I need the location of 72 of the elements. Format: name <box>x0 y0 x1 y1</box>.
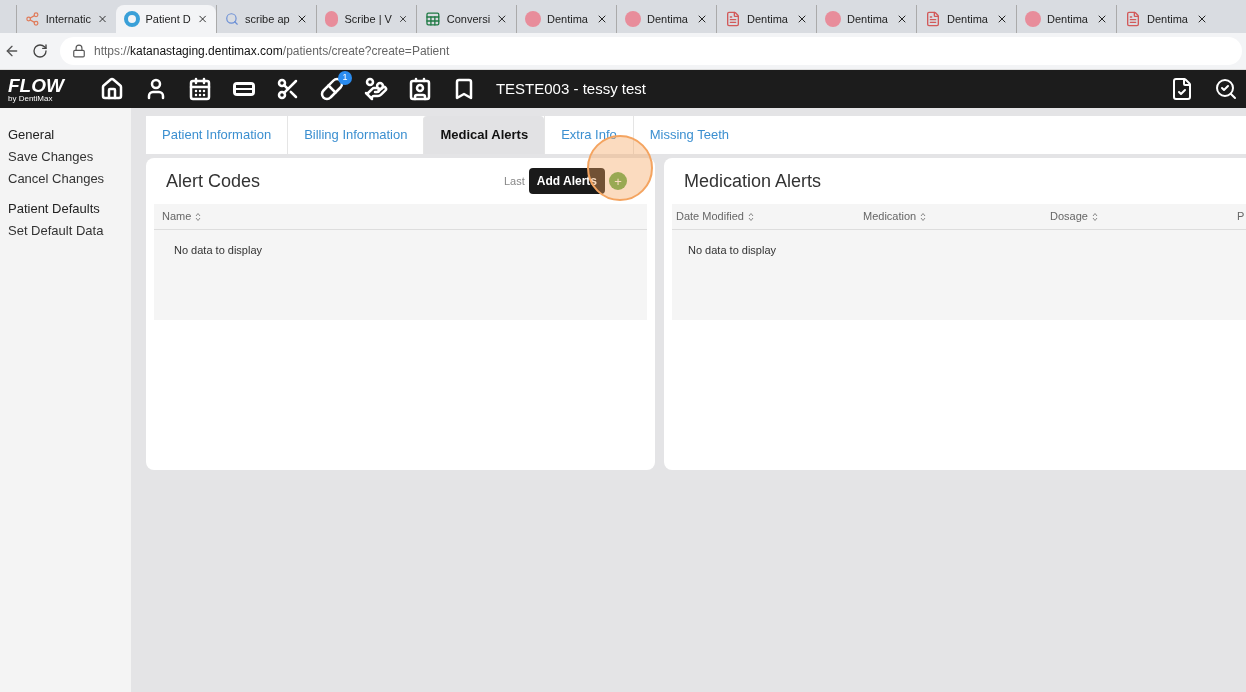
pdf-icon <box>925 11 941 27</box>
tab-title: Conversi <box>446 11 491 27</box>
home-icon[interactable] <box>99 77 124 101</box>
spreadsheet-icon <box>425 11 441 27</box>
sort-icon <box>195 211 202 222</box>
pdf-icon <box>725 11 741 27</box>
sidebar-item[interactable]: Save Changes <box>8 146 131 168</box>
tab[interactable]: Patient Information <box>146 116 288 154</box>
sidebar-heading: Patient Defaults <box>8 200 101 218</box>
app-logo[interactable]: FLOW by DentiMax <box>8 75 64 103</box>
pill-icon[interactable] <box>319 77 344 101</box>
last-label: Last <box>503 173 525 189</box>
calendar-icon[interactable] <box>187 77 212 101</box>
empty-message: No data to display <box>687 243 778 258</box>
column-header[interactable]: Medication <box>863 208 917 225</box>
close-icon[interactable] <box>296 13 308 25</box>
empty-message: No data to display <box>173 243 264 258</box>
scribe-icon <box>325 11 339 27</box>
tab-title: Dentima <box>1147 11 1189 27</box>
ring-icon <box>124 11 140 27</box>
sidebar-item[interactable]: Set Default Data <box>8 220 131 242</box>
tab-title: Dentima <box>1047 11 1089 27</box>
close-icon[interactable] <box>1096 13 1108 25</box>
tab[interactable]: Medical Alerts <box>423 116 545 154</box>
scribe-icon <box>825 11 841 27</box>
column-header[interactable]: Name <box>162 208 192 225</box>
sort-icon <box>747 211 754 222</box>
tab-title: Dentima <box>647 11 689 27</box>
notification-badge: 1 <box>337 71 352 85</box>
patient-name: TESTE003 - tessy test <box>495 78 646 99</box>
tab-title: Internatic <box>45 11 91 27</box>
back-icon[interactable] <box>4 43 20 59</box>
search-icon[interactable] <box>1214 77 1238 101</box>
close-icon[interactable] <box>996 13 1008 25</box>
close-icon[interactable] <box>696 13 708 25</box>
column-header[interactable]: Dosage <box>1050 208 1088 225</box>
tab-title: Dentima <box>547 11 589 27</box>
sort-icon <box>920 211 927 222</box>
close-icon[interactable] <box>896 13 908 25</box>
sidebar-item[interactable]: Cancel Changes <box>8 168 131 190</box>
lock-icon <box>72 44 86 58</box>
sort-icon <box>1091 211 1098 222</box>
tab-title: Dentima <box>747 11 789 27</box>
scribe-icon <box>625 11 641 27</box>
contact-icon[interactable] <box>407 77 432 101</box>
browser-tab[interactable]: Patient D <box>116 5 216 33</box>
url-text: https://katanastaging.dentimax.com/patients/create?create=Patient <box>94 43 450 60</box>
column-header[interactable]: Date Modified <box>676 208 744 225</box>
panel-title: Alert Codes <box>166 169 261 193</box>
close-icon[interactable] <box>796 13 808 25</box>
scribe-icon <box>525 11 541 27</box>
address-bar[interactable]: https://katanastaging.dentimax.com/patients/create?create=Patient <box>60 37 1242 65</box>
column-header[interactable]: P <box>1237 208 1245 225</box>
tab-title: scribe ap <box>245 11 290 27</box>
sidebar-heading: General <box>8 126 56 144</box>
tab-title: Scribe | V <box>344 11 392 27</box>
file-check-icon[interactable] <box>1170 77 1194 101</box>
close-icon[interactable] <box>397 13 408 25</box>
hub-icon <box>25 11 40 27</box>
tab-title: Dentima <box>847 11 889 27</box>
pdf-icon <box>1125 11 1141 27</box>
hand-coin-icon[interactable] <box>363 77 388 101</box>
search-icon <box>225 12 239 26</box>
panel-title: Medication Alerts <box>684 169 822 193</box>
reload-icon[interactable] <box>32 43 48 59</box>
close-icon[interactable] <box>596 13 608 25</box>
scribe-icon <box>1025 11 1041 27</box>
close-icon[interactable] <box>1196 13 1208 25</box>
tab-title: Patient D <box>145 11 191 27</box>
tab[interactable]: Missing Teeth <box>632 116 745 154</box>
close-icon[interactable] <box>496 13 508 25</box>
tab-title: Dentima <box>947 11 989 27</box>
